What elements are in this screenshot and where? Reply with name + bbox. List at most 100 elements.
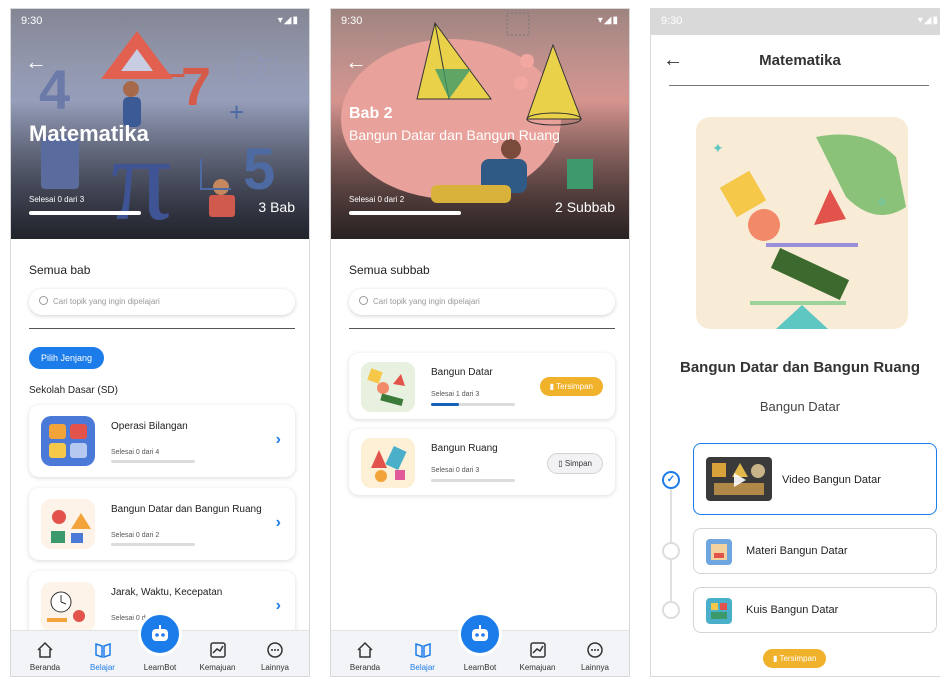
- tab-belajar[interactable]: Belajar: [395, 631, 451, 676]
- tab-beranda[interactable]: Beranda: [17, 631, 73, 676]
- chevron-right-icon[interactable]: ›: [276, 597, 281, 615]
- lesson-item-video[interactable]: Video Bangun Datar: [693, 443, 937, 515]
- balancing-shapes-illustration: ✦ ✧: [712, 134, 906, 329]
- lesson-item-material[interactable]: Materi Bangun Datar: [693, 528, 937, 574]
- learnbot-button[interactable]: [458, 612, 502, 656]
- search-input[interactable]: Cari topik yang ingin dipelajari: [349, 289, 615, 315]
- status-signal-icons: ▾◢▮: [277, 15, 299, 26]
- saved-button[interactable]: ▮ Tersimpan: [539, 377, 603, 396]
- search-placeholder: Cari topik yang ingin dipelajari: [53, 297, 160, 306]
- check-circle-icon: ✓: [662, 471, 680, 489]
- save-button[interactable]: ▯ Simpan: [547, 453, 603, 474]
- timeline-dot: [662, 601, 680, 619]
- status-time: 9:30: [21, 15, 43, 27]
- search-placeholder: Cari topik yang ingin dipelajari: [373, 297, 480, 306]
- subchapter-progress-bar: [431, 479, 515, 482]
- subchapter-card[interactable]: Bangun Ruang Selesai 0 dari 3 ▯ Simpan: [349, 429, 615, 495]
- hero-title: Matematika: [29, 121, 149, 146]
- more-icon: [267, 642, 283, 658]
- learnbot-button[interactable]: [138, 612, 182, 656]
- page-title: Matematika: [759, 52, 841, 69]
- save-label: Tersimpan: [779, 654, 817, 663]
- chart-icon: [529, 642, 546, 658]
- subchapter-card[interactable]: Bangun Datar Selesai 1 dari 3 ▮ Tersimpa…: [349, 353, 615, 419]
- back-arrow-icon[interactable]: ←: [345, 49, 367, 75]
- tab-lainnya[interactable]: Lainnya: [247, 631, 303, 676]
- subchapter-illustration: ✦ ✧: [696, 117, 908, 329]
- status-signal-icons: ▾◢▮: [917, 15, 939, 26]
- status-signal-icons: ▾◢▮: [597, 15, 619, 26]
- chevron-right-icon[interactable]: ›: [276, 431, 281, 449]
- chart-icon: [209, 642, 226, 658]
- tab-label: Beranda: [29, 663, 61, 672]
- tab-label: Lainnya: [260, 663, 290, 672]
- tab-label: Lainnya: [580, 663, 610, 672]
- robot-icon: [472, 625, 488, 641]
- back-arrow-icon[interactable]: ←: [25, 49, 47, 75]
- book-icon: [94, 642, 111, 659]
- status-bar: 9:30 ▾◢▮: [331, 9, 629, 35]
- screen-chapter-list: 4 7 − + 5 π 9:30 ▾◢▮ ← Matematika Selesa…: [10, 8, 310, 677]
- svg-text:✧: ✧: [876, 195, 888, 211]
- quiz-thumbnail: [706, 598, 732, 624]
- save-label: Simpan: [564, 459, 592, 468]
- svg-text:5: 5: [243, 137, 275, 202]
- select-level-button[interactable]: Pilih Jenjang: [29, 347, 105, 369]
- tab-kemajuan[interactable]: Kemajuan: [190, 631, 246, 676]
- saved-button[interactable]: ▮ Tersimpan: [763, 649, 827, 668]
- chevron-right-icon[interactable]: ›: [276, 514, 281, 532]
- subchapter-thumbnail: [361, 362, 415, 412]
- section-title: Semua bab: [29, 263, 91, 277]
- robot-icon: [152, 625, 168, 641]
- status-bar: 9:30 ▾◢▮: [651, 9, 940, 35]
- home-icon: [357, 641, 373, 658]
- subchapter-title: Bangun Datar: [431, 367, 493, 378]
- book-icon: [414, 642, 431, 659]
- chapter-heading: Bangun Datar dan Bangun Ruang: [680, 359, 920, 376]
- hero-subchapter-count: 2 Subbab: [555, 199, 615, 215]
- svg-text:+: +: [229, 97, 244, 127]
- screen-subchapter-list: 9:30 ▾◢▮ ← Bab 2 Bangun Datar dan Bangun…: [330, 8, 630, 677]
- chapter-progress-label: Selesai 0 dari 2: [111, 532, 160, 539]
- save-label: Tersimpan: [556, 382, 593, 391]
- tab-label: Kemajuan: [199, 663, 236, 672]
- subchapter-sheet: Semua subbab Cari topik yang ingin dipel…: [331, 239, 629, 676]
- chapter-sheet: Semua bab Cari topik yang ingin dipelaja…: [11, 239, 309, 676]
- lesson-title: Materi Bangun Datar: [746, 545, 848, 557]
- shapes-icon: [367, 368, 405, 406]
- divider: [349, 328, 615, 329]
- tab-label: LearnBot: [143, 663, 177, 672]
- lesson-item-quiz[interactable]: Kuis Bangun Datar: [693, 587, 937, 633]
- lesson-title: Kuis Bangun Datar: [746, 604, 839, 616]
- chapter-progress-bar: [111, 543, 195, 546]
- chapter-title: Bangun Datar dan Bangun Ruang: [111, 504, 262, 515]
- chapter-thumbnail: [41, 499, 95, 549]
- chapter-title: Operasi Bilangan: [111, 421, 188, 432]
- chapter-progress-label: Selesai 0 d: [111, 615, 146, 622]
- chapter-card[interactable]: Operasi Bilangan Selesai 0 dari 4 ›: [29, 405, 295, 477]
- search-input[interactable]: Cari topik yang ingin dipelajari: [29, 289, 295, 315]
- search-icon: [359, 296, 368, 305]
- tab-label: LearnBot: [463, 663, 497, 672]
- tab-lainnya[interactable]: Lainnya: [567, 631, 623, 676]
- subchapter-thumbnail: [361, 438, 415, 488]
- section-title: Semua subbab: [349, 263, 430, 277]
- tab-kemajuan[interactable]: Kemajuan: [510, 631, 566, 676]
- status-time: 9:30: [661, 15, 683, 27]
- tab-label: Kemajuan: [519, 663, 556, 672]
- tab-beranda[interactable]: Beranda: [337, 631, 393, 676]
- chapter-card[interactable]: Bangun Datar dan Bangun Ruang Selesai 0 …: [29, 488, 295, 560]
- search-icon: [39, 296, 48, 305]
- timeline-dot: [662, 542, 680, 560]
- divider: [29, 328, 295, 329]
- lesson-title: Video Bangun Datar: [782, 474, 881, 486]
- screen-subchapter-detail: 9:30 ▾◢▮ ← Matematika ✦ ✧ Bangun Datar d…: [650, 8, 940, 677]
- chapter-progress-bar: [111, 460, 195, 463]
- hero-progress-label: Selesai 0 dari 2: [349, 195, 405, 204]
- hero-chapter-title: Bangun Datar dan Bangun Ruang: [349, 127, 560, 143]
- status-bar: 9:30 ▾◢▮: [11, 9, 309, 35]
- more-icon: [587, 642, 603, 658]
- tab-belajar[interactable]: Belajar: [75, 631, 131, 676]
- hero-progress-bar: [29, 211, 141, 215]
- tab-label: Belajar: [410, 663, 435, 672]
